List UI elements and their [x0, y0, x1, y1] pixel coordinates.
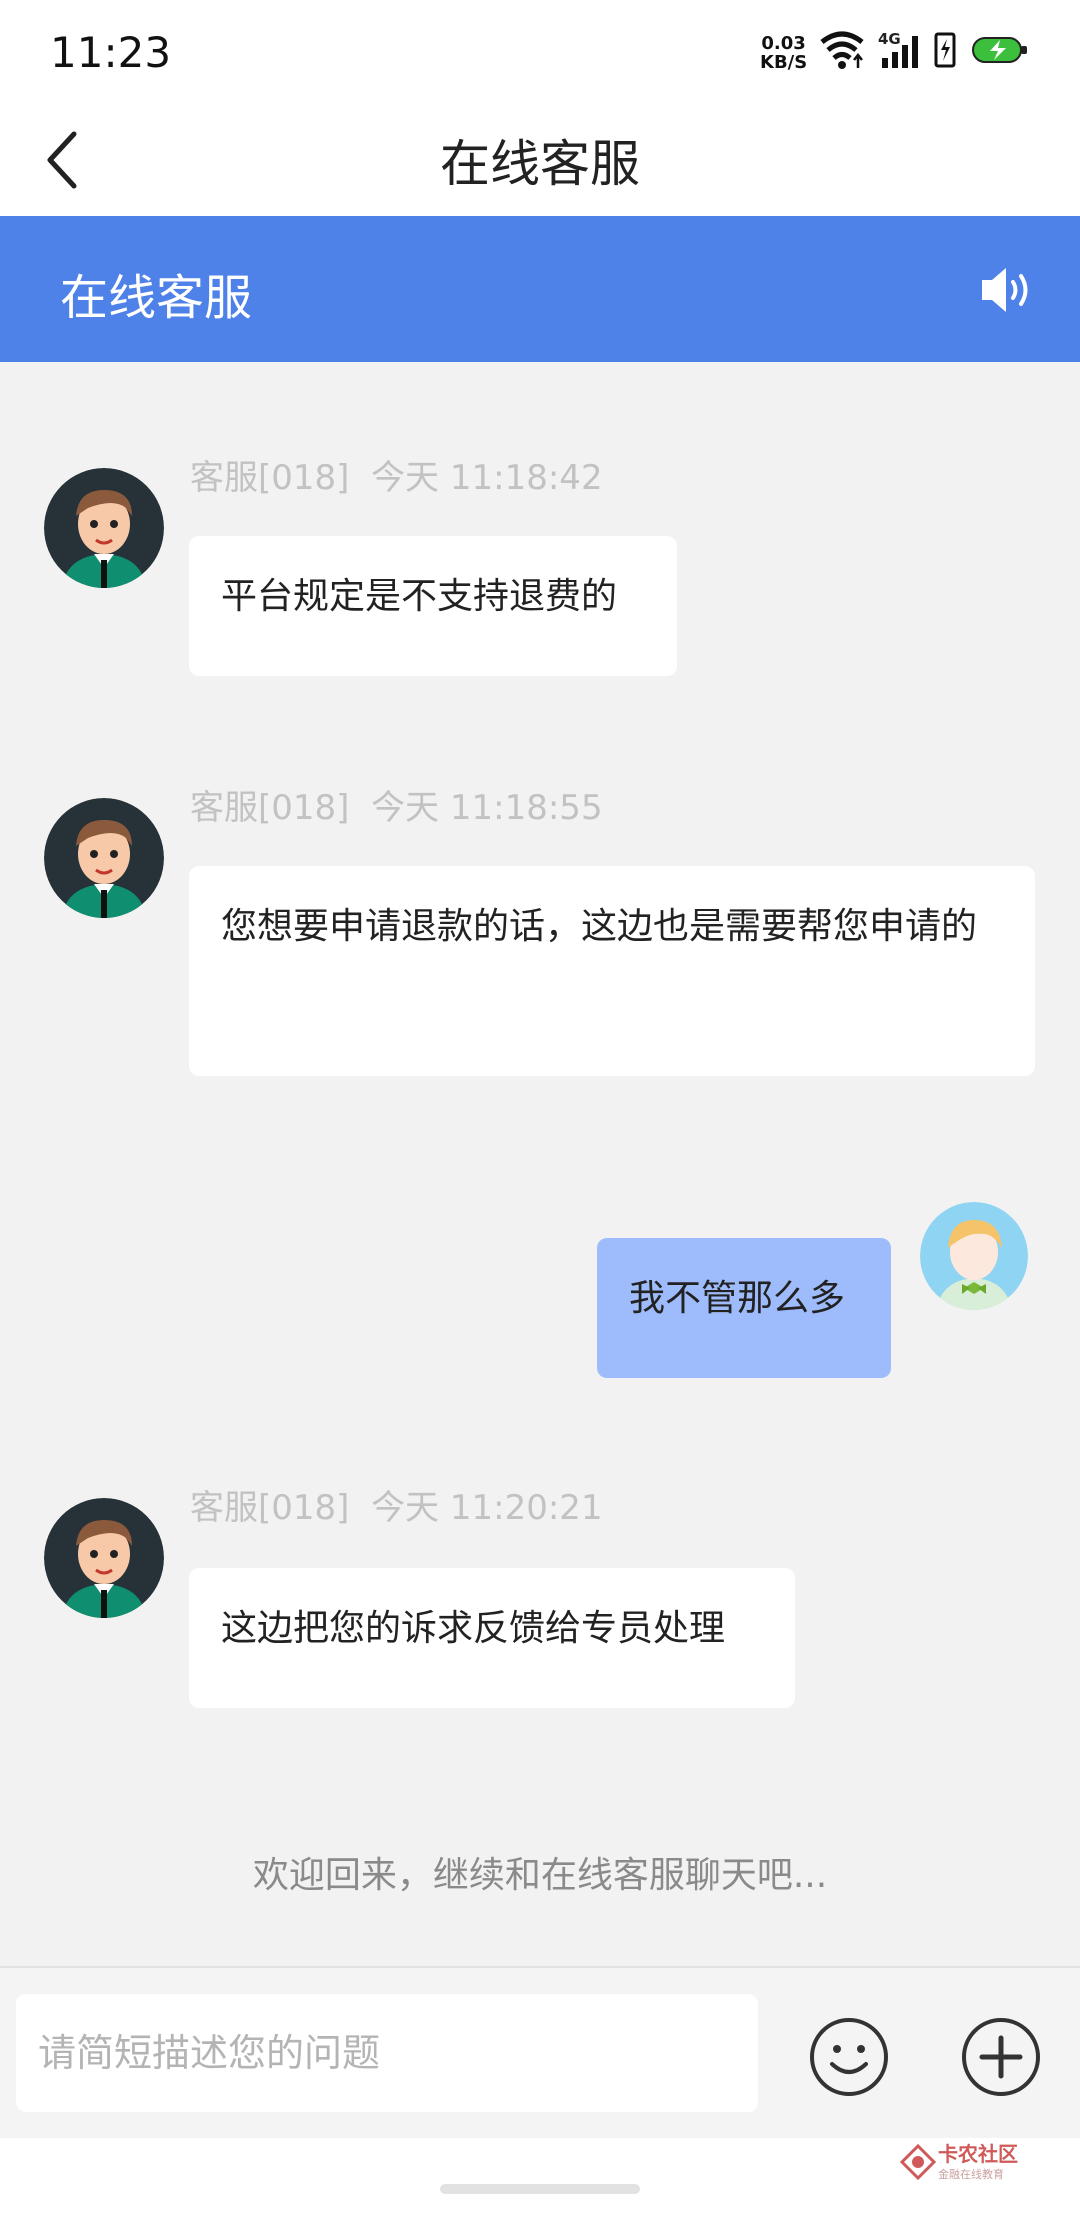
agent-avatar [44, 468, 164, 588]
welcome-back-notice: 欢迎回来，继续和在线客服聊天吧... [252, 1855, 828, 1896]
bottom-area: 卡农社区 金融在线教育 [0, 2138, 1080, 2232]
emoji-icon[interactable] [808, 2016, 890, 2098]
message-meta: 客服[018] 今天 11:20:21 [190, 1480, 603, 1529]
message-sender: 客服[018] [190, 1488, 350, 1528]
page-title: 在线客服 [440, 135, 640, 193]
chat-header-title: 在线客服 [60, 270, 253, 326]
chat-message-list: 客服[018] 今天 11:18:42 平台规定是不支持退费的 客服[018] … [0, 362, 1080, 1966]
message-sender: 客服[018] [190, 788, 350, 828]
speaker-icon[interactable] [978, 264, 1034, 316]
message-input-bar [0, 1966, 1080, 2138]
status-time: 11:23 [50, 28, 172, 77]
agent-message-bubble: 您想要申请退款的话，这边也是需要帮您申请的 [189, 866, 1035, 1076]
add-attachment-icon[interactable] [960, 2016, 1042, 2098]
agent-message-bubble: 这边把您的诉求反馈给专员处理 [189, 1568, 795, 1708]
message-time: 今天 11:20:21 [371, 1488, 603, 1528]
navigation-bar: 在线客服 [0, 104, 1080, 216]
user-avatar [920, 1202, 1028, 1310]
wifi-icon [820, 31, 864, 69]
watermark-subtitle: 金融在线教育 [938, 2168, 1004, 2181]
message-time: 今天 11:18:42 [371, 458, 603, 498]
message-meta: 客服[018] 今天 11:18:42 [190, 450, 603, 499]
chat-header: 在线客服 [0, 216, 1080, 362]
network-speed: 0.03 KB/S [760, 34, 807, 72]
agent-avatar [44, 798, 164, 918]
user-message-bubble: 我不管那么多 [597, 1238, 891, 1378]
network-speed-value: 0.03 [761, 33, 806, 54]
sim-icon [934, 32, 956, 68]
status-bar: 11:23 0.03 KB/S 4G [0, 0, 1080, 104]
message-text: 我不管那么多 [629, 1278, 846, 1319]
battery-charging-icon [972, 37, 1027, 63]
message-text: 这边把您的诉求反馈给专员处理 [221, 1608, 726, 1649]
watermark-title: 卡农社区 [938, 2142, 1018, 2166]
home-indicator[interactable] [440, 2184, 640, 2194]
message-time: 今天 11:18:55 [371, 788, 603, 828]
message-sender: 客服[018] [190, 458, 350, 498]
cellular-signal-icon [882, 36, 918, 68]
message-text: 您想要申请退款的话，这边也是需要帮您申请的 [221, 906, 978, 947]
message-input[interactable] [16, 1994, 758, 2112]
message-text: 平台规定是不支持退费的 [221, 576, 618, 617]
agent-message-bubble: 平台规定是不支持退费的 [189, 536, 677, 676]
network-speed-unit: KB/S [760, 52, 808, 73]
watermark-logo-icon [900, 2144, 936, 2180]
message-meta: 客服[018] 今天 11:18:55 [190, 780, 603, 829]
agent-avatar [44, 1498, 164, 1618]
